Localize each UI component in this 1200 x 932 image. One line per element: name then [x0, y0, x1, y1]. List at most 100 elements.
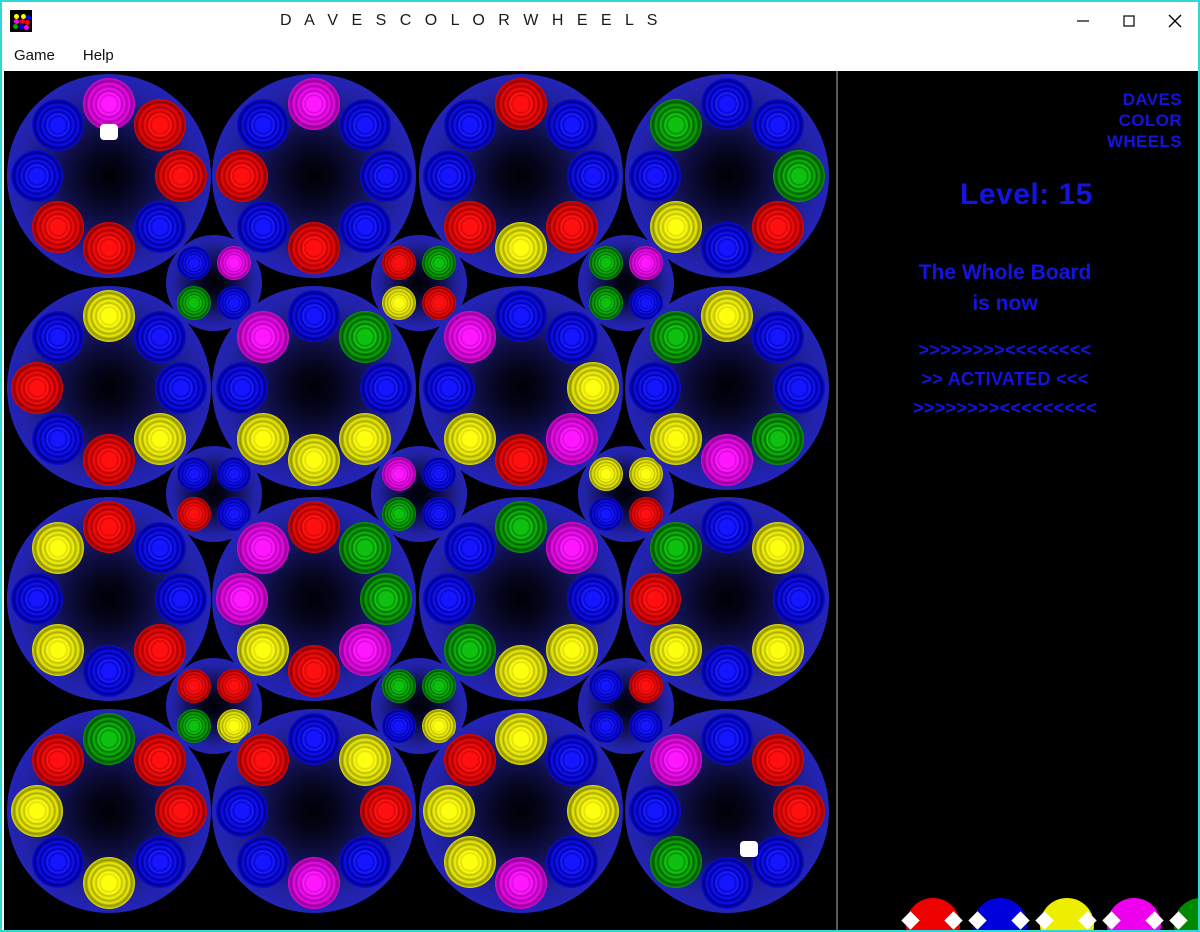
wheel-peg-yellow[interactable]	[133, 412, 186, 465]
wheel-peg-green[interactable]	[83, 713, 135, 765]
wheel-peg-magenta[interactable]	[650, 734, 703, 787]
wheel-peg-green[interactable]	[421, 246, 456, 281]
wheel-peg-green[interactable]	[421, 669, 456, 704]
wheel-peg-green[interactable]	[177, 285, 212, 320]
wheel-peg-yellow[interactable]	[32, 623, 85, 676]
wheel-peg-blue[interactable]	[11, 150, 63, 202]
wheel-peg-red[interactable]	[32, 200, 85, 253]
wheel-peg-magenta[interactable]	[545, 522, 598, 575]
wheel-peg-red[interactable]	[495, 78, 547, 130]
maximize-button[interactable]	[1106, 3, 1152, 39]
wheel-peg-blue[interactable]	[32, 412, 85, 465]
wheel-peg-blue[interactable]	[133, 200, 186, 253]
color-wheel[interactable]	[625, 497, 829, 701]
wheel-peg-blue[interactable]	[216, 785, 268, 837]
wheel-peg-magenta[interactable]	[288, 857, 340, 909]
color-wheel[interactable]	[212, 709, 416, 913]
wheel-peg-red[interactable]	[32, 734, 85, 787]
wheel-peg-red[interactable]	[444, 734, 497, 787]
wheel-peg-red[interactable]	[444, 200, 497, 253]
wheel-peg-blue[interactable]	[423, 150, 475, 202]
wheel-peg-green[interactable]	[382, 496, 417, 531]
wheel-peg-blue[interactable]	[545, 311, 598, 364]
wheel-peg-yellow[interactable]	[237, 412, 290, 465]
wheel-peg-blue[interactable]	[338, 835, 391, 888]
wheel-peg-blue[interactable]	[133, 835, 186, 888]
wheel-peg-blue[interactable]	[545, 734, 598, 787]
wheel-peg-red[interactable]	[751, 200, 804, 253]
wheel-peg-green[interactable]	[650, 99, 703, 152]
color-wheel[interactable]	[625, 286, 829, 490]
wheel-peg-blue[interactable]	[237, 200, 290, 253]
wheel-peg-yellow[interactable]	[567, 785, 619, 837]
wheel-peg-blue[interactable]	[629, 150, 681, 202]
wheel-peg-blue[interactable]	[701, 713, 753, 765]
wheel-peg-green[interactable]	[444, 623, 497, 676]
wheel-peg-blue[interactable]	[751, 311, 804, 364]
wheel-peg-blue[interactable]	[589, 669, 624, 704]
color-wheel[interactable]	[212, 497, 416, 701]
wheel-peg-blue[interactable]	[216, 362, 268, 414]
wheel-peg-yellow[interactable]	[545, 623, 598, 676]
color-palette[interactable]	[838, 896, 1198, 930]
wheel-peg-blue[interactable]	[751, 99, 804, 152]
wheel-peg-magenta[interactable]	[495, 857, 547, 909]
wheel-peg-red[interactable]	[382, 246, 417, 281]
wheel-peg-green[interactable]	[338, 311, 391, 364]
wheel-peg-blue[interactable]	[177, 457, 212, 492]
wheel-peg-magenta[interactable]	[382, 457, 417, 492]
wheel-peg-magenta[interactable]	[237, 522, 290, 575]
color-wheel[interactable]	[419, 709, 623, 913]
wheel-peg-red[interactable]	[288, 645, 340, 697]
wheel-peg-blue[interactable]	[32, 311, 85, 364]
wheel-peg-yellow[interactable]	[32, 522, 85, 575]
wheel-peg-yellow[interactable]	[338, 734, 391, 787]
wheel-peg-green[interactable]	[650, 835, 703, 888]
wheel-peg-blue[interactable]	[237, 835, 290, 888]
color-wheel[interactable]	[7, 709, 211, 913]
wheel-peg-yellow[interactable]	[650, 623, 703, 676]
wheel-peg-blue[interactable]	[567, 573, 619, 625]
wheel-peg-green[interactable]	[495, 501, 547, 553]
wheel-peg-blue[interactable]	[701, 222, 753, 274]
wheel-peg-red[interactable]	[83, 501, 135, 553]
wheel-peg-green[interactable]	[650, 311, 703, 364]
wheel-peg-green[interactable]	[751, 412, 804, 465]
wheel-peg-red[interactable]	[177, 669, 212, 704]
menu-item-help[interactable]: Help	[83, 47, 114, 64]
wheel-peg-magenta[interactable]	[288, 78, 340, 130]
wheel-peg-blue[interactable]	[701, 645, 753, 697]
wheel-peg-blue[interactable]	[83, 645, 135, 697]
color-wheel[interactable]	[419, 286, 623, 490]
wheel-peg-blue[interactable]	[701, 78, 753, 130]
wheel-peg-green[interactable]	[589, 285, 624, 320]
wheel-peg-blue[interactable]	[773, 573, 825, 625]
wheel-peg-yellow[interactable]	[338, 412, 391, 465]
color-wheel[interactable]	[419, 74, 623, 278]
wheel-peg-yellow[interactable]	[444, 412, 497, 465]
wheel-peg-yellow[interactable]	[495, 222, 547, 274]
wheel-peg-red[interactable]	[83, 434, 135, 486]
color-wheel[interactable]	[212, 286, 416, 490]
wheel-peg-yellow[interactable]	[11, 785, 63, 837]
wheel-peg-yellow[interactable]	[495, 645, 547, 697]
wheel-peg-magenta[interactable]	[701, 434, 753, 486]
wheel-peg-blue[interactable]	[288, 713, 340, 765]
wheel-peg-blue[interactable]	[701, 501, 753, 553]
wheel-peg-red[interactable]	[155, 785, 207, 837]
color-wheel[interactable]	[7, 497, 211, 701]
wheel-peg-yellow[interactable]	[650, 412, 703, 465]
wheel-peg-red[interactable]	[288, 222, 340, 274]
wheel-peg-blue[interactable]	[155, 573, 207, 625]
wheel-peg-yellow[interactable]	[567, 362, 619, 414]
wheel-peg-red[interactable]	[133, 734, 186, 787]
wheel-peg-green[interactable]	[360, 573, 412, 625]
wheel-peg-red[interactable]	[495, 434, 547, 486]
wheel-peg-blue[interactable]	[133, 522, 186, 575]
wheel-peg-red[interactable]	[83, 222, 135, 274]
wheel-peg-yellow[interactable]	[589, 457, 624, 492]
wheel-peg-blue[interactable]	[237, 99, 290, 152]
wheel-peg-blue[interactable]	[177, 246, 212, 281]
wheel-peg-blue[interactable]	[423, 362, 475, 414]
wheel-peg-magenta[interactable]	[83, 78, 135, 130]
